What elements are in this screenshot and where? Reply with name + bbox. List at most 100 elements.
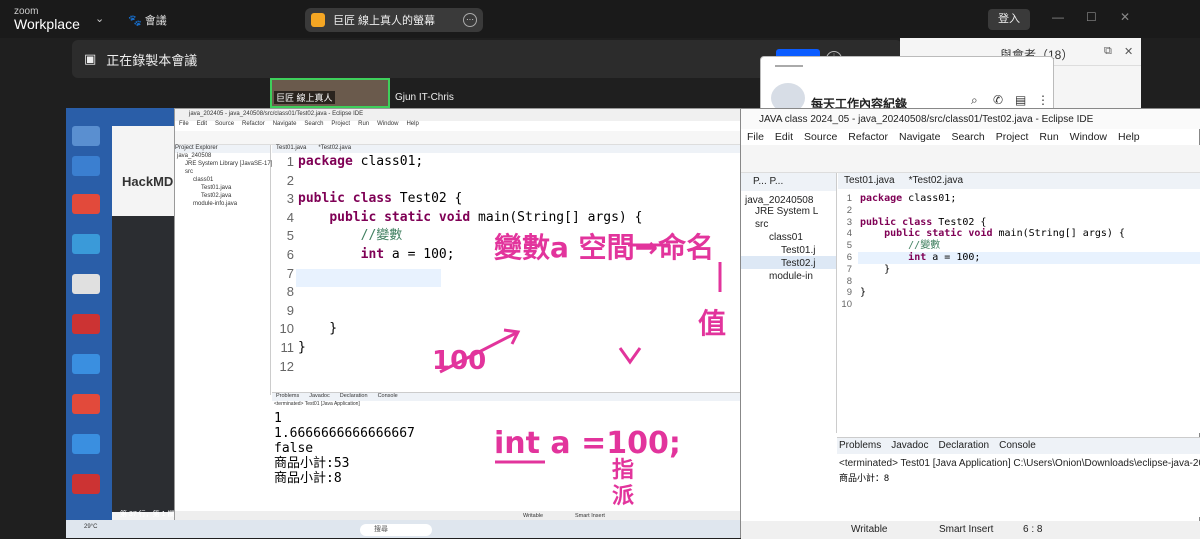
menu-item[interactable]: Help bbox=[1118, 131, 1140, 143]
more-icon[interactable]: ··· bbox=[463, 13, 477, 27]
share-pill[interactable]: 巨匠 線上真人的螢幕 ··· bbox=[305, 8, 483, 32]
chrome-icon[interactable] bbox=[72, 194, 100, 214]
code-area[interactable]: 1 package class01; 2 3 public class Test02 {… bbox=[838, 193, 1200, 433]
menu-item[interactable]: File bbox=[747, 131, 764, 143]
console-tab[interactable]: Console bbox=[378, 393, 398, 401]
console-tab[interactable]: Console bbox=[999, 440, 1036, 454]
code-area[interactable]: 1 package class01; 2 3 public class Test02 {… bbox=[272, 153, 743, 383]
code-line: package class01; bbox=[298, 154, 424, 169]
video-tile-host[interactable]: 巨匠 線上真人 bbox=[270, 78, 390, 108]
console-tab[interactable]: Declaration bbox=[340, 393, 368, 401]
more-icon[interactable]: ⋮ bbox=[1037, 93, 1049, 107]
tree-item[interactable]: java_20240508 bbox=[741, 191, 836, 206]
menu-item[interactable]: Run bbox=[1039, 131, 1058, 143]
tree-item[interactable]: Test01.java bbox=[175, 185, 270, 193]
menu-item[interactable]: Source bbox=[804, 131, 837, 143]
minimize-icon[interactable]: — bbox=[1052, 10, 1064, 24]
taskbar-search[interactable]: 搜尋 bbox=[360, 524, 432, 536]
explorer-tabs: P... P... bbox=[741, 173, 836, 191]
project-explorer: P... P... java_20240508 JRE System L src… bbox=[741, 173, 837, 433]
tree-item[interactable]: src bbox=[741, 217, 836, 230]
code-line: //變數 bbox=[298, 228, 403, 244]
meeting-menu[interactable]: 🐾 會議 bbox=[128, 12, 167, 28]
tree-item[interactable]: Test02.java bbox=[175, 193, 270, 201]
console-tab[interactable]: Problems bbox=[839, 440, 881, 454]
popout-icon[interactable]: ⧉ bbox=[1104, 45, 1112, 58]
explorer-tab[interactable]: P... bbox=[753, 176, 767, 187]
line-number: 8 bbox=[286, 284, 294, 300]
explorer-tab[interactable]: P... bbox=[770, 176, 784, 187]
tree-item[interactable]: Test01.j bbox=[741, 243, 836, 256]
menu-item[interactable]: Refactor bbox=[848, 131, 888, 143]
menu-item[interactable]: File bbox=[179, 121, 189, 131]
tree-item[interactable]: module-info.java bbox=[175, 201, 270, 209]
desktop-icon[interactable] bbox=[72, 314, 100, 334]
hackmd-editor[interactable] bbox=[112, 216, 176, 512]
tree-item[interactable]: java_240508 bbox=[175, 153, 270, 161]
toolbar[interactable] bbox=[175, 131, 743, 145]
editor-tab[interactable]: *Test02.java bbox=[909, 175, 963, 189]
tree-item[interactable]: JRE System L bbox=[741, 204, 836, 217]
desktop-icon[interactable] bbox=[72, 234, 100, 254]
desktop-icon[interactable] bbox=[72, 156, 100, 176]
menu-item[interactable]: Edit bbox=[197, 121, 207, 131]
status-insert: Smart Insert bbox=[939, 524, 994, 535]
menu-item[interactable]: Refactor bbox=[242, 121, 265, 131]
line-number: 6 bbox=[286, 247, 294, 262]
menu-item[interactable]: Navigate bbox=[899, 131, 940, 143]
desktop-icon[interactable] bbox=[72, 354, 100, 374]
console-tab[interactable]: Javadoc bbox=[891, 440, 928, 454]
menu-item[interactable]: Search bbox=[951, 131, 984, 143]
notes-icon[interactable]: ▤ bbox=[1015, 93, 1026, 107]
chevron-down-icon[interactable]: ⌄ bbox=[95, 12, 104, 25]
console-tab[interactable]: Problems bbox=[276, 393, 299, 401]
menu-item[interactable]: Project bbox=[996, 131, 1029, 143]
close-panel-icon[interactable]: ✕ bbox=[1124, 45, 1133, 58]
code-editor[interactable]: Test01.java *Test02.java 1 package class0… bbox=[272, 145, 743, 395]
desktop-icon[interactable] bbox=[72, 274, 100, 294]
editor-tab[interactable]: *Test02.java bbox=[318, 145, 351, 153]
phone-icon[interactable]: ✆ bbox=[993, 93, 1003, 107]
close-icon[interactable]: ✕ bbox=[1120, 10, 1130, 24]
menu-item[interactable]: Window bbox=[1070, 131, 1107, 143]
meeting-label: 會議 bbox=[144, 15, 167, 27]
zoom-logo[interactable]: zoom Workplace bbox=[14, 7, 80, 32]
desktop-icon[interactable] bbox=[72, 126, 100, 146]
tree-item[interactable]: JRE System Library [JavaSE-17] bbox=[175, 161, 272, 169]
tree-item[interactable]: class01 bbox=[741, 230, 836, 243]
slider-icon[interactable] bbox=[775, 65, 803, 67]
console-tab[interactable]: Declaration bbox=[939, 440, 990, 454]
console-terminated: <terminated> Test01 [Java Application] bbox=[274, 401, 360, 407]
tree-item[interactable]: class01 bbox=[175, 177, 270, 185]
weather-widget[interactable]: 29°C bbox=[84, 524, 97, 530]
line-number: 5 bbox=[286, 228, 294, 244]
desktop-icon[interactable] bbox=[72, 434, 100, 454]
code-line: } bbox=[860, 287, 867, 299]
explorer-tab[interactable]: Project Explorer bbox=[175, 145, 270, 153]
maximize-icon[interactable]: ☐ bbox=[1086, 10, 1097, 24]
menu-item[interactable]: Edit bbox=[775, 131, 793, 143]
toolbar[interactable] bbox=[741, 145, 1200, 173]
menu-item[interactable]: Navigate bbox=[273, 121, 297, 131]
signin-button[interactable]: 登入 bbox=[988, 9, 1030, 30]
tree-item[interactable]: module-in bbox=[741, 269, 836, 282]
menu-item[interactable]: Run bbox=[358, 121, 369, 131]
menu-item[interactable]: Help bbox=[406, 121, 418, 131]
editor-tab[interactable]: Test01.java bbox=[276, 145, 306, 153]
desktop-icon[interactable] bbox=[72, 394, 100, 414]
console-tab[interactable]: Javadoc bbox=[309, 393, 330, 401]
line-number: 9 bbox=[846, 287, 852, 299]
tree-item[interactable]: Test02.j bbox=[741, 256, 836, 269]
annotation-int-a: int a =100; bbox=[494, 426, 681, 461]
search-icon[interactable]: ⌕ bbox=[971, 93, 978, 108]
menu-item[interactable]: Window bbox=[377, 121, 398, 131]
menu-item[interactable]: Source bbox=[215, 121, 234, 131]
menu-item[interactable]: Search bbox=[304, 121, 323, 131]
desktop-icon[interactable] bbox=[72, 474, 100, 494]
tree-item[interactable]: src bbox=[175, 169, 270, 177]
code-editor[interactable]: Test01.java *Test02.java 1 package class0… bbox=[838, 173, 1200, 433]
line-number: 10 bbox=[841, 299, 852, 311]
editor-tab[interactable]: Test01.java bbox=[844, 175, 895, 189]
menu-item[interactable]: Project bbox=[331, 121, 350, 131]
code-line: //變數 bbox=[860, 240, 941, 252]
